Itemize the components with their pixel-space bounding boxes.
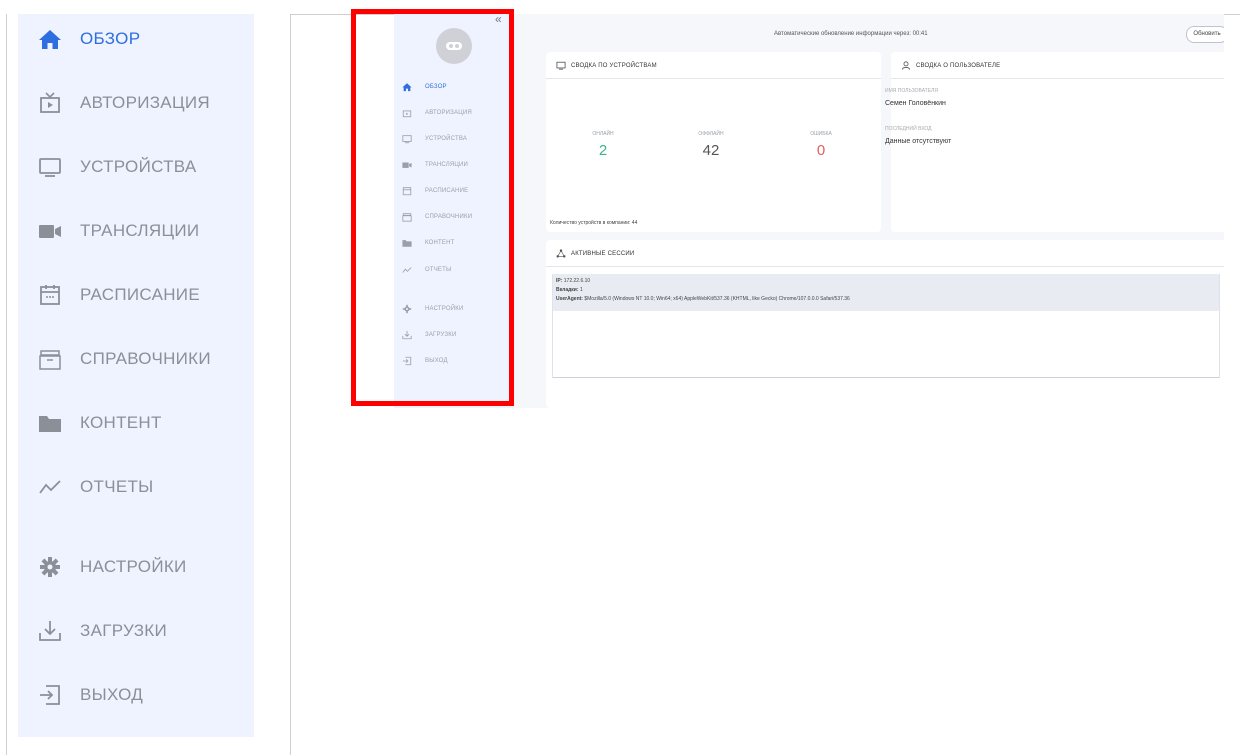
auto-update-timer: Автоматические обновление информации чер… xyxy=(774,31,928,37)
home-icon xyxy=(39,30,61,49)
session-useragent: UserAgent: $Mozilla/5.0 (Windows NT 10.0… xyxy=(556,296,850,302)
sidebar-item-broadcasts[interactable]: ТРАНСЛЯЦИИ xyxy=(18,211,254,251)
folder-icon xyxy=(39,416,61,432)
session-ip: IP: 172.22.6.10 xyxy=(556,278,591,284)
video-camera-icon xyxy=(39,225,61,238)
sidebar-item-references[interactable]: СПРАВОЧНИКИ xyxy=(18,339,254,379)
scroll-border-left xyxy=(552,274,553,378)
column-divider xyxy=(290,14,291,755)
monitor-icon xyxy=(39,158,61,177)
session-tabs: Вкладки: 1 xyxy=(556,287,583,293)
sidebar-item-label: АВТОРИЗАЦИЯ xyxy=(80,93,210,112)
sidebar-item-label: НАСТРОЙКИ xyxy=(80,557,187,576)
dashboard-screenshot: « ОБЗОР АВТОРИЗАЦИЯ УСТРОЙСТВА ТРАНСЛЯЦИ… xyxy=(394,14,1224,408)
sidebar-item-label: РАСПИСАНИЕ xyxy=(80,285,200,304)
sidebar-item-downloads[interactable]: ЗАГРУЗКИ xyxy=(18,611,254,651)
card-title: АКТИВНЫЕ СЕССИИ xyxy=(571,251,635,257)
network-icon xyxy=(556,249,566,258)
scroll-divider xyxy=(552,377,1220,378)
sidebar-item-label: ТРАНСЛЯЦИИ xyxy=(80,221,200,240)
sidebar-item-logout[interactable]: ВЫХОД xyxy=(18,675,254,715)
archive-icon xyxy=(39,350,61,370)
refresh-button[interactable]: Обновить xyxy=(1186,26,1224,43)
active-sessions-card: АКТИВНЫЕ СЕССИИ IP: 172.22.6.10 Вкладки:… xyxy=(546,240,1224,408)
chart-line-icon xyxy=(39,480,61,494)
sidebar: ОБЗОР АВТОРИЗАЦИЯ УСТРОЙСТВА ТРАНСЛЯЦИИ … xyxy=(18,14,254,737)
sidebar-item-overview[interactable]: ОБЗОР xyxy=(18,19,254,59)
highlight-box xyxy=(351,9,514,406)
sidebar-item-label: ВЫХОД xyxy=(80,685,144,704)
devices-summary-card: СВОДКА ПО УСТРОЙСТВАМ ОНЛАЙН 2 ОФФЛАЙН 4… xyxy=(546,52,881,232)
sidebar-item-label: УСТРОЙСТВА xyxy=(80,157,197,176)
card-header: АКТИВНЫЕ СЕССИИ xyxy=(546,240,1224,267)
calendar-icon xyxy=(40,285,60,305)
scroll-border-right xyxy=(1219,274,1220,378)
monitor-icon xyxy=(556,61,566,70)
sidebar-item-reports[interactable]: ОТЧЕТЫ xyxy=(18,467,254,507)
user-summary-card: СВОДКА О ПОЛЬЗОВАТЕЛЕ ИМЯ ПОЛЬЗОВАТЕЛЯ С… xyxy=(885,52,1224,232)
tv-icon xyxy=(40,92,60,113)
sidebar-item-settings[interactable]: НАСТРОЙКИ xyxy=(18,547,254,587)
sidebar-item-label: ЗАГРУЗКИ xyxy=(80,621,167,640)
sidebar-item-devices[interactable]: УСТРОЙСТВА xyxy=(18,147,254,187)
gear-icon xyxy=(40,557,60,577)
online-label: ОНЛАЙН xyxy=(592,131,614,137)
username-label: ИМЯ ПОЛЬЗОВАТЕЛЯ xyxy=(885,88,938,94)
sidebar-item-label: ОБЗОР xyxy=(80,29,141,48)
card-title: СВОДКА ПО УСТРОЙСТВАМ xyxy=(571,63,657,69)
device-count-footer: Количество устройств в компании: 44 xyxy=(550,220,638,226)
offline-count: 42 xyxy=(702,142,720,159)
username-value: Семен Головёнкин xyxy=(885,100,946,107)
sidebar-item-label: СПРАВОЧНИКИ xyxy=(80,349,211,368)
error-count: 0 xyxy=(816,142,826,159)
offline-label: ОФФЛАЙН xyxy=(698,131,724,137)
card-header: СВОДКА ПО УСТРОЙСТВАМ xyxy=(546,52,881,79)
logout-icon xyxy=(40,685,60,705)
sidebar-item-schedule[interactable]: РАСПИСАНИЕ xyxy=(18,275,254,315)
user-icon xyxy=(901,61,911,70)
error-label: ОШИБКА xyxy=(810,131,832,137)
sidebar-item-label: ОТЧЕТЫ xyxy=(80,477,154,496)
card-title: СВОДКА О ПОЛЬЗОВАТЕЛЕ xyxy=(916,63,1001,69)
online-count: 2 xyxy=(598,142,608,159)
sidebar-item-content[interactable]: КОНТЕНТ xyxy=(18,403,254,443)
left-border xyxy=(6,14,7,755)
sidebar-item-authorization[interactable]: АВТОРИЗАЦИЯ xyxy=(18,83,254,123)
session-entry[interactable]: IP: 172.22.6.10 Вкладки: 1 UserAgent: $M… xyxy=(552,274,1220,311)
last-login-value: Данные отсутствуют xyxy=(885,138,952,145)
last-login-label: ПОСЛЕДНИЙ ВХОД xyxy=(885,126,932,132)
download-icon xyxy=(39,621,61,641)
sidebar-item-label: КОНТЕНТ xyxy=(80,413,162,432)
card-header: СВОДКА О ПОЛЬЗОВАТЕЛЕ xyxy=(891,52,1224,79)
